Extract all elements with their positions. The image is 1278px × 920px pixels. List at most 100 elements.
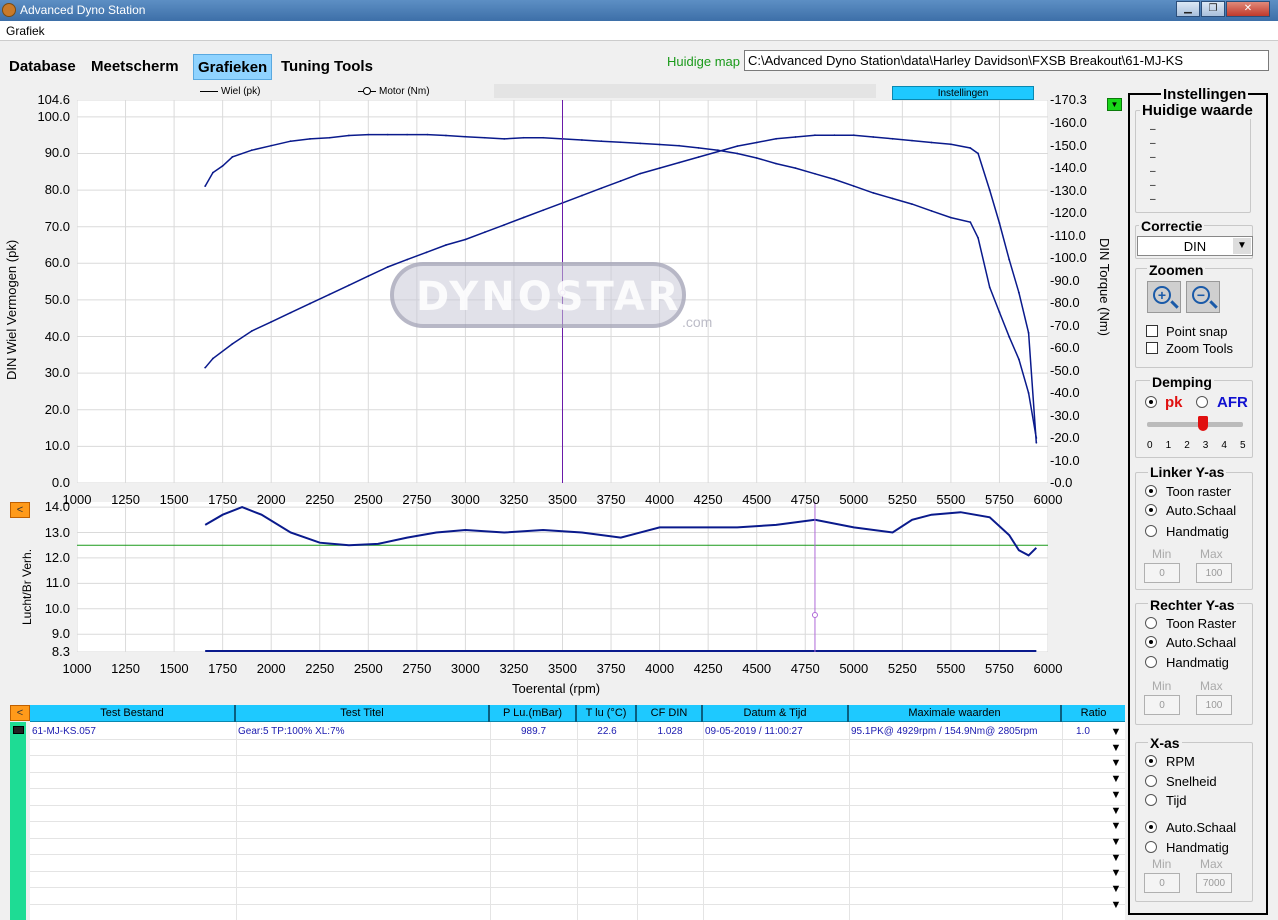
series-point [503,138,506,140]
row-dropdown-icon[interactable]: ▼ [1108,899,1124,912]
col-ratio[interactable]: Ratio [1062,705,1125,722]
row-dropdown-icon[interactable]: ▼ [1108,820,1124,833]
series-point [426,133,429,136]
map-path-field[interactable]: C:\Advanced Dyno Station\data\Harley Dav… [744,50,1269,71]
afr-x-tick-label: 2000 [256,661,286,676]
afr-plot[interactable] [76,502,1049,653]
xas-max-field[interactable]: 7000 [1196,873,1232,893]
series-point [775,137,778,140]
row-dropdown-icon[interactable]: ▼ [1108,805,1124,818]
series-point [911,139,913,142]
tab-grafieken[interactable]: Grafieken [193,54,273,80]
rechter-max-field[interactable]: 100 [1196,695,1232,715]
current-value-marker: – [1150,138,1156,149]
row-dropdown-icon[interactable]: ▼ [1108,757,1124,770]
linker-auto-radio[interactable] [1145,504,1157,516]
maximize-button[interactable]: ❐ [1201,1,1225,17]
cell-test-bestand[interactable]: 61-MJ-KS.057 [32,726,96,737]
cell-ratio[interactable]: 1.0 [1076,726,1090,737]
series-point [231,342,234,345]
rechter-toon-radio[interactable] [1145,617,1157,629]
close-button[interactable]: ✕ [1226,1,1270,17]
cell-datum-tijd[interactable]: 09-05-2019 / 11:00:27 [705,726,803,737]
point-snap-checkbox[interactable] [1146,325,1158,337]
linker-max-field[interactable]: 100 [1196,563,1232,583]
chart-scrollbar[interactable] [494,84,876,98]
rechter-min-field[interactable]: 0 [1144,695,1180,715]
zoom-out-icon: − [1192,286,1210,304]
row-dropdown-icon[interactable]: ▼ [1108,726,1124,739]
afr-x-tick-label: 3750 [596,661,626,676]
row-dropdown-icon[interactable]: ▼ [1108,836,1124,849]
col-datum-tijd[interactable]: Datum & Tijd [703,705,849,722]
linker-hand-radio[interactable] [1145,525,1157,537]
cell-t-lu[interactable]: 22.6 [577,726,637,737]
zoom-in-button[interactable]: + [1147,281,1181,313]
xas-min-field[interactable]: 0 [1144,873,1180,893]
menu-grafiek[interactable]: Grafiek [6,24,45,38]
x-tick-label: 1750 [208,492,238,507]
cell-test-titel[interactable]: Gear:5 TP:100% XL:7% [238,726,345,737]
col-t-lu[interactable]: T lu (°C) [577,705,637,722]
xas-snelheid-radio[interactable] [1145,775,1157,787]
tab-tuning-tools[interactable]: Tuning Tools [277,54,377,80]
series-point [309,138,311,140]
linker-toon-radio[interactable] [1145,485,1157,497]
demping-slider-thumb[interactable] [1197,416,1208,431]
row-dropdown-icon[interactable]: ▼ [1108,883,1124,896]
col-cf-din[interactable]: CF DIN [637,705,703,722]
series-point [250,149,253,152]
demping-afr-radio[interactable] [1196,396,1208,408]
col-test-titel[interactable]: Test Titel [236,705,490,722]
col-maximale-waarden[interactable]: Maximale waarden [849,705,1062,722]
series-point [977,152,979,155]
row-dropdown-icon[interactable]: ▼ [1108,789,1124,802]
legend-motor-label: Motor (Nm) [379,86,430,97]
zoom-tools-checkbox[interactable] [1146,342,1158,354]
run-visible-icon[interactable] [13,726,24,734]
panel-toggle-icon[interactable]: ▼ [1107,98,1122,111]
tab-meetscherm[interactable]: Meetscherm [87,54,183,80]
demping-pk-radio[interactable] [1145,396,1157,408]
minimize-button[interactable]: ▁ [1176,1,1200,17]
rechter-auto-radio[interactable] [1145,636,1157,648]
xas-hand-radio[interactable] [1145,841,1157,853]
x-tick-label: 4500 [742,492,772,507]
collapse-table-button[interactable]: < [10,705,30,721]
cell-p-lu[interactable]: 989.7 [490,726,577,737]
series-point [522,136,525,139]
xas-max-label: Max [1200,857,1223,871]
settings-button[interactable]: Instellingen [892,86,1034,100]
tab-database[interactable]: Database [5,54,80,80]
xas-auto-radio[interactable] [1145,821,1157,833]
row-dropdown-icon[interactable]: ▼ [1108,742,1124,755]
row-dropdown-icon[interactable]: ▼ [1108,867,1124,880]
col-p-lu[interactable]: P Lu.(mBar) [490,705,577,722]
right-y-tick-label: -110.0 [1050,227,1086,243]
row-dropdown-icon[interactable]: ▼ [1108,773,1124,786]
cell-maximale-waarden[interactable]: 95.1PK@ 4929rpm / 154.9Nm@ 2805rpm [851,726,1038,737]
rechter-hand-radio[interactable] [1145,656,1157,668]
x-tick-label: 1500 [159,492,189,507]
chevron-down-icon[interactable]: ▼ [1233,238,1251,254]
zoom-out-button[interactable]: − [1186,281,1220,313]
row-dropdown-icon[interactable]: ▼ [1108,852,1124,865]
demping-scale-label: 3 [1202,440,1209,451]
xas-tijd-radio[interactable] [1145,794,1157,806]
xas-rpm-radio[interactable] [1145,755,1157,767]
x-as-title: X-as [1148,735,1182,751]
col-test-bestand[interactable]: Test Bestand [30,705,236,722]
correctie-select[interactable]: DIN ▼ [1137,236,1253,256]
cell-cf-din[interactable]: 1.028 [637,726,703,737]
afr-y-tick-label: 11.0 [45,575,70,591]
afr-x-tick-label: 1000 [62,661,92,676]
linker-min-field[interactable]: 0 [1144,563,1180,583]
x-tick-label: 2500 [353,492,383,507]
afr-y-tick-label: 9.0 [51,626,70,642]
dynostar-logo: DYNOSTAR .com [390,262,712,330]
demping-slider-track[interactable] [1147,422,1243,427]
afr-x-tick-label: 5750 [984,661,1014,676]
right-y-tick-label: -140.0 [1050,160,1087,176]
series-point [658,167,661,170]
linker-hand-label: Handmatig [1166,524,1229,539]
